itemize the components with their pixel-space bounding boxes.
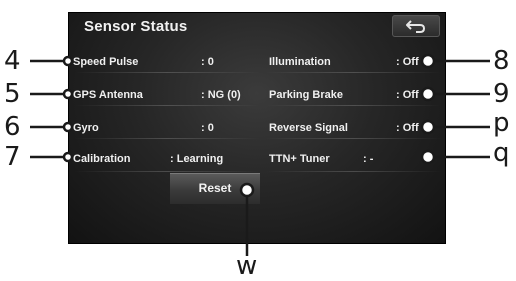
callout-number: w <box>236 251 258 281</box>
callout-number: 4 <box>4 46 21 76</box>
callout-number: 7 <box>4 142 21 172</box>
callout-number: 9 <box>493 79 510 109</box>
callout-marker <box>62 88 74 100</box>
callout-marker <box>62 151 74 163</box>
callout-marker <box>62 55 74 67</box>
callout-lines <box>30 53 490 256</box>
callout-number: q <box>493 138 510 168</box>
callout-marker <box>420 86 436 102</box>
callout-marker <box>420 53 436 69</box>
callout-number: 5 <box>4 79 21 109</box>
callout-marker <box>420 119 436 135</box>
callout-number: p <box>493 108 510 138</box>
callout-marker <box>62 121 74 133</box>
callout-marker <box>239 182 255 198</box>
callout-marker <box>420 149 436 165</box>
callout-number: 8 <box>493 46 510 76</box>
callout-number: 6 <box>4 112 21 142</box>
